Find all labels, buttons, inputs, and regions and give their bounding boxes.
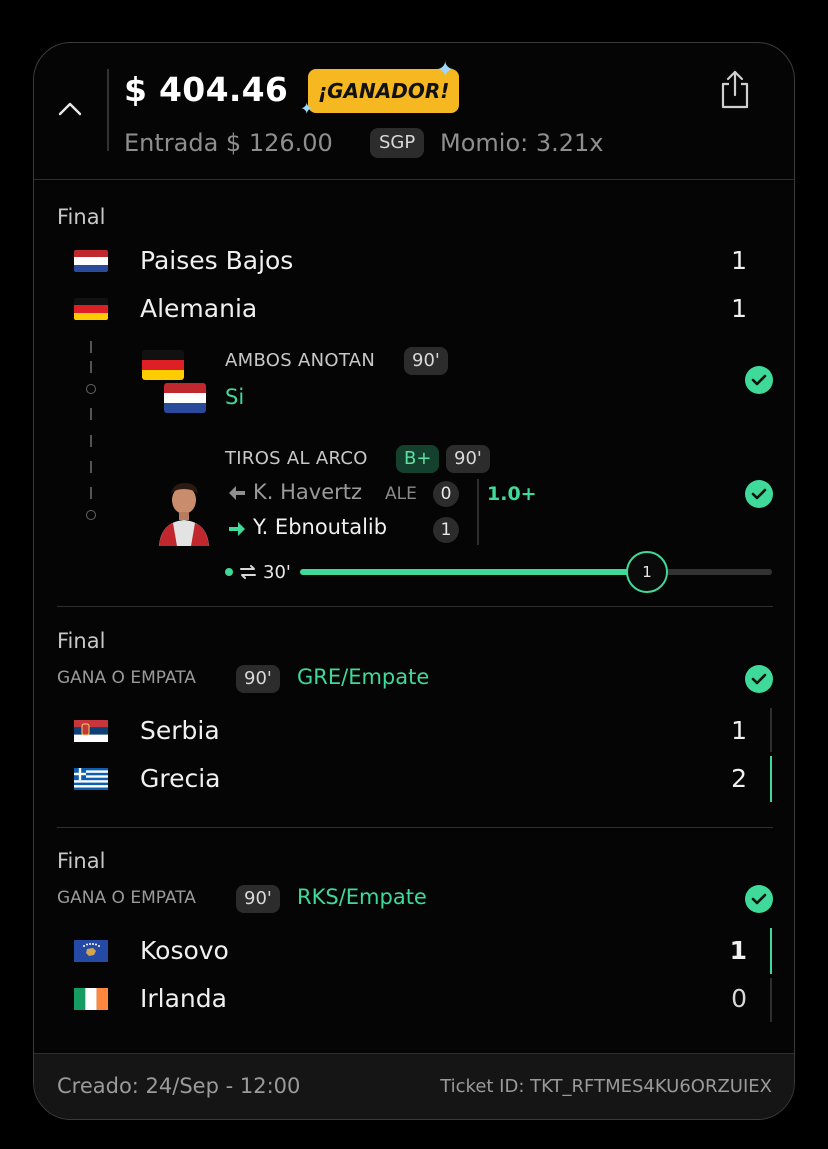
leg-market-title: TIROS AL ARCO	[225, 448, 368, 469]
check-icon	[745, 665, 773, 693]
kosovo-flag	[74, 940, 108, 962]
match-status: Final	[57, 205, 106, 229]
arrow-left-icon	[229, 486, 245, 500]
check-icon	[745, 885, 773, 913]
share-icon[interactable]	[717, 68, 753, 110]
check-icon	[745, 366, 773, 394]
time-pill: 90'	[404, 347, 448, 375]
swap-icon	[240, 565, 256, 579]
odds-text: Momio: 3.21x	[440, 129, 604, 157]
time-pill: 90'	[446, 445, 490, 473]
winner-marker	[770, 756, 772, 802]
stat-divider	[477, 479, 479, 545]
payout-amount: $ 404.46	[124, 70, 289, 109]
player-stat-value: 0	[433, 481, 459, 507]
grade-pill: B+	[396, 445, 440, 473]
team-name: Paises Bajos	[140, 246, 294, 275]
team-score: 1	[731, 716, 747, 745]
ticket-header: $ 404.46 ¡GANADOR! ✦ ✦ Entrada $ 126.00 …	[34, 43, 794, 180]
entry-amount: Entrada $ 126.00	[124, 129, 333, 157]
section-divider	[57, 606, 773, 607]
progress-knob: 1	[626, 551, 668, 593]
ticket-footer: Creado: 24/Sep - 12:00 Ticket ID: TKT_RF…	[34, 1053, 794, 1119]
team-score: 0	[731, 984, 747, 1013]
team-name: Serbia	[140, 716, 220, 745]
progress-fill	[300, 569, 647, 575]
chevron-up-icon[interactable]	[56, 95, 84, 123]
leg-market-title: AMBOS ANOTAN	[225, 350, 376, 371]
leg-selection: Si	[225, 385, 245, 409]
sparkle-icon: ✦	[436, 58, 455, 83]
header-divider	[107, 69, 109, 151]
team-name: Alemania	[140, 294, 258, 323]
team-score: 1	[731, 246, 747, 275]
progress-time: 30'	[263, 562, 291, 583]
sparkle-icon: ✦	[300, 99, 314, 118]
arrow-right-icon	[229, 522, 245, 536]
team-score: 2	[731, 764, 747, 793]
ireland-flag	[74, 988, 108, 1010]
winner-marker	[770, 928, 772, 974]
germany-flag	[142, 350, 184, 380]
time-pill: 90'	[236, 665, 280, 693]
bet-ticket-card: $ 404.46 ¡GANADOR! ✦ ✦ Entrada $ 126.00 …	[33, 42, 795, 1120]
match-status: Final	[57, 629, 106, 653]
created-date: Creado: 24/Sep - 12:00	[57, 1074, 301, 1098]
player-team: ALE	[385, 484, 417, 504]
netherlands-flag	[74, 250, 108, 272]
team-name: Irlanda	[140, 984, 227, 1013]
player-avatar	[159, 483, 209, 546]
selection-text: GRE/Empate	[297, 665, 430, 689]
germany-flag	[74, 298, 108, 320]
greece-flag	[74, 768, 108, 790]
section-divider	[57, 827, 773, 828]
sgp-badge: SGP	[370, 128, 425, 158]
market-label: GANA O EMPATA	[57, 888, 196, 908]
score-marker	[770, 978, 772, 1022]
opponent-name: Y. Ebnoutalib	[253, 515, 388, 539]
market-label: GANA O EMPATA	[57, 668, 196, 688]
team-score: 1	[731, 294, 747, 323]
team-name: Grecia	[140, 764, 221, 793]
opponent-stat-value: 1	[433, 517, 459, 543]
match-status: Final	[57, 849, 106, 873]
time-pill: 90'	[236, 885, 280, 913]
score-marker	[770, 708, 772, 752]
ticket-id: Ticket ID: TKT_RFTMES4KU6ORZUIEX	[440, 1076, 772, 1097]
team-name: Kosovo	[140, 936, 229, 965]
team-score: 1	[729, 936, 747, 965]
player-name: K. Havertz	[253, 480, 363, 504]
netherlands-flag	[164, 383, 206, 413]
check-icon	[745, 480, 773, 508]
serbia-flag	[74, 720, 108, 742]
leg-line: 1.0+	[487, 483, 537, 505]
selection-text: RKS/Empate	[297, 885, 427, 909]
